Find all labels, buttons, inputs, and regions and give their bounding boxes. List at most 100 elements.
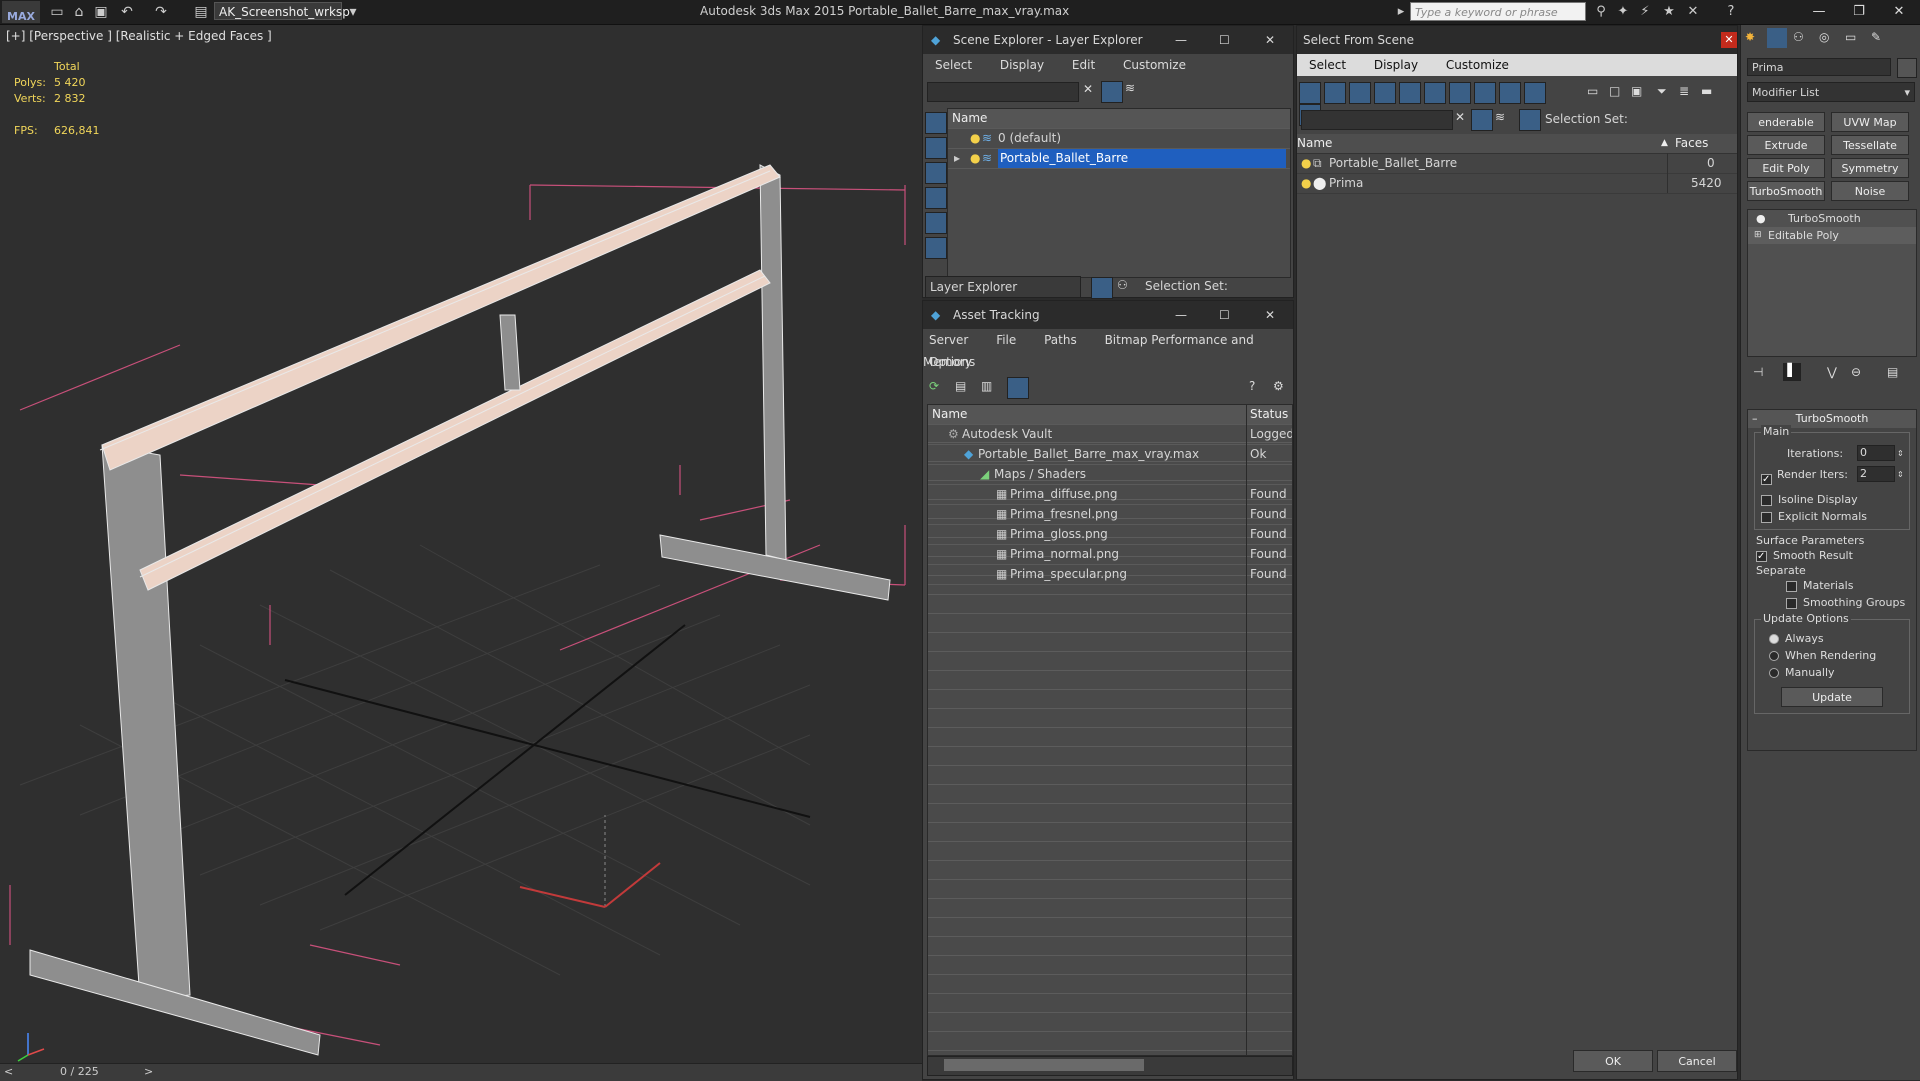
filter-shapes-icon[interactable] <box>1324 82 1346 104</box>
filter-funnel-icon[interactable]: ⏷ <box>1657 84 1667 99</box>
menu-select[interactable]: Select <box>1309 58 1346 72</box>
hierarchy-mode-icon[interactable]: ⚇ <box>1117 278 1128 292</box>
display-spacewarps-icon[interactable] <box>925 237 947 259</box>
hierarchy-icon[interactable] <box>1519 109 1541 131</box>
col-faces[interactable]: Faces <box>1675 134 1708 153</box>
update-button[interactable]: Update <box>1781 687 1883 707</box>
close-icon[interactable]: ✕ <box>1265 301 1275 329</box>
filter-geometry-icon[interactable] <box>1299 82 1321 104</box>
configure-sets-icon[interactable]: ▤ <box>1887 365 1898 379</box>
menu-edit[interactable]: Edit <box>1072 58 1095 72</box>
minimize-button[interactable]: — <box>1800 2 1838 22</box>
tessellate-button[interactable]: Tessellate <box>1831 135 1909 155</box>
options-icon[interactable]: ▬ <box>1701 84 1712 98</box>
symmetry-button[interactable]: Symmetry <box>1831 158 1909 178</box>
hierarchy-tab-icon[interactable]: ⚇ <box>1793 30 1804 44</box>
filter-lights-icon[interactable] <box>1349 82 1371 104</box>
update-when-rendering-radio[interactable] <box>1769 651 1779 661</box>
menu-file[interactable]: File <box>996 333 1016 347</box>
menu-customize[interactable]: Customize <box>1446 58 1509 72</box>
clear-find-icon[interactable]: ✕ <box>1455 110 1465 124</box>
explicit-normals-checkbox[interactable] <box>1761 511 1772 523</box>
viewport-label[interactable]: [+] [Perspective ] [Realistic + Edged Fa… <box>6 29 272 43</box>
undo-icon[interactable]: ↶ <box>118 3 136 21</box>
display-tab-icon[interactable]: ▭ <box>1845 30 1856 44</box>
save-icon[interactable]: ▣ <box>92 3 110 21</box>
explorer-type-dropdown[interactable]: Layer Explorer <box>925 276 1081 298</box>
light-bulb-icon[interactable]: ● <box>1301 174 1311 193</box>
display-cameras-icon[interactable] <box>925 187 947 209</box>
filter-helpers-icon[interactable] <box>1399 82 1421 104</box>
smoothing-groups-row[interactable]: Smoothing Groups <box>1756 594 1908 611</box>
cancel-button[interactable]: Cancel <box>1657 1050 1737 1072</box>
chevron-down-icon[interactable]: ▾ <box>344 3 362 21</box>
favorites-star-icon[interactable]: ★ <box>1660 3 1678 21</box>
layer-stack-icon[interactable]: ≋ <box>1495 110 1505 124</box>
maximize-icon[interactable]: ☐ <box>1219 301 1230 329</box>
render-iters-checkbox[interactable] <box>1761 471 1772 488</box>
binoculars-icon[interactable]: ⚲ <box>1592 3 1610 21</box>
layer-row-default[interactable]: ● ≋ 0 (default) <box>948 129 1290 149</box>
asset-row[interactable]: ▦ Prima_specular.png Found <box>928 565 1292 585</box>
smooth-result-checkbox[interactable] <box>1756 548 1767 565</box>
filter-containers-icon[interactable] <box>1524 82 1546 104</box>
object-row-portable-ballet-barre[interactable]: ● ⧉ Portable_Ballet_Barre 0 <box>1297 154 1737 174</box>
restore-button[interactable]: ❐ <box>1840 2 1878 22</box>
maximize-icon[interactable]: ☐ <box>1219 26 1230 54</box>
menu-display[interactable]: Display <box>1000 58 1044 72</box>
object-name-field[interactable]: Prima <box>1747 58 1891 76</box>
make-unique-icon[interactable]: ⋁ <box>1827 365 1837 379</box>
sort-icon[interactable]: ≣ <box>1679 84 1689 98</box>
pin-stack-icon[interactable]: ⊣ <box>1753 365 1763 379</box>
select-none-icon[interactable]: □ <box>1609 84 1620 98</box>
filter-groups-icon[interactable] <box>1449 82 1471 104</box>
materials-checkbox[interactable] <box>1786 580 1797 592</box>
search-arrow-icon[interactable]: ▸ <box>1392 3 1410 21</box>
select-from-scene-titlebar[interactable]: Select From Scene ✕ <box>1297 26 1737 54</box>
asset-row[interactable]: ▦ Prima_diffuse.png Found <box>928 485 1292 505</box>
expand-arrow-icon[interactable]: ▸ <box>954 149 960 168</box>
close-x-icon[interactable]: ✕ <box>1684 3 1702 21</box>
layer-row-portable-ballet-barre[interactable]: ▸ ● ≋ Portable_Ballet_Barre <box>948 149 1290 169</box>
uvw-map-button[interactable]: UVW Map <box>1831 112 1909 132</box>
asset-row[interactable]: ▦ Prima_gloss.png Found <box>928 525 1292 545</box>
display-geometry-icon[interactable] <box>925 112 947 134</box>
isoline-checkbox[interactable] <box>1761 494 1772 506</box>
filter-icon[interactable] <box>1101 81 1123 103</box>
asset-col-status[interactable]: Status <box>1250 405 1288 424</box>
renderable-spline-button[interactable]: enderable Spli <box>1747 112 1825 149</box>
menu-customize[interactable]: Customize <box>1123 58 1186 72</box>
tools-icon[interactable]: ✦ <box>1614 3 1632 21</box>
find-object-input[interactable] <box>1301 110 1453 130</box>
materials-row[interactable]: Materials <box>1756 577 1908 594</box>
light-bulb-icon[interactable]: ● <box>1301 154 1311 173</box>
extrude-button[interactable]: Extrude <box>1747 135 1825 155</box>
update-always-row[interactable]: Always <box>1761 630 1903 647</box>
time-slider[interactable]: < > <box>0 1063 922 1081</box>
table-view-icon[interactable] <box>1007 377 1029 399</box>
minimize-icon[interactable]: — <box>1175 26 1187 54</box>
time-next-icon[interactable]: > <box>144 1065 153 1078</box>
spinner-arrows-icon[interactable]: ⇕ <box>1897 466 1904 483</box>
asset-col-name[interactable]: Name <box>932 405 967 424</box>
filter-bones-icon[interactable] <box>1499 82 1521 104</box>
select-all-icon[interactable]: ▭ <box>1587 84 1598 98</box>
scene-explorer-titlebar[interactable]: ◆ Scene Explorer - Layer Explorer — ☐ ✕ <box>923 26 1293 54</box>
modifier-list-dropdown[interactable]: Modifier List ▾ <box>1747 82 1915 102</box>
help-icon[interactable]: ? <box>1722 3 1740 21</box>
close-icon[interactable]: ✕ <box>1721 32 1737 48</box>
explicit-normals-row[interactable]: Explicit Normals <box>1761 508 1903 525</box>
refresh-icon[interactable]: ⟳ <box>929 379 939 393</box>
time-prev-icon[interactable]: < <box>4 1065 13 1078</box>
settings-icon[interactable]: ⚙ <box>1273 379 1284 393</box>
update-when-rendering-row[interactable]: When Rendering <box>1761 647 1903 664</box>
bulb-icon[interactable]: ● <box>1756 210 1766 227</box>
workspace-dropdown[interactable]: AK_Screenshot_wrksp <box>214 2 350 20</box>
sort-ascending-icon[interactable]: ▲ <box>1661 134 1668 153</box>
select-invert-icon[interactable]: ▣ <box>1631 84 1642 98</box>
display-lights-icon[interactable] <box>925 162 947 184</box>
filter-spacewarps-icon[interactable] <box>1424 82 1446 104</box>
filter-xrefs-icon[interactable] <box>1474 82 1496 104</box>
horizontal-scrollbar[interactable] <box>927 1056 1293 1076</box>
scrollbar-thumb[interactable] <box>944 1059 1144 1071</box>
